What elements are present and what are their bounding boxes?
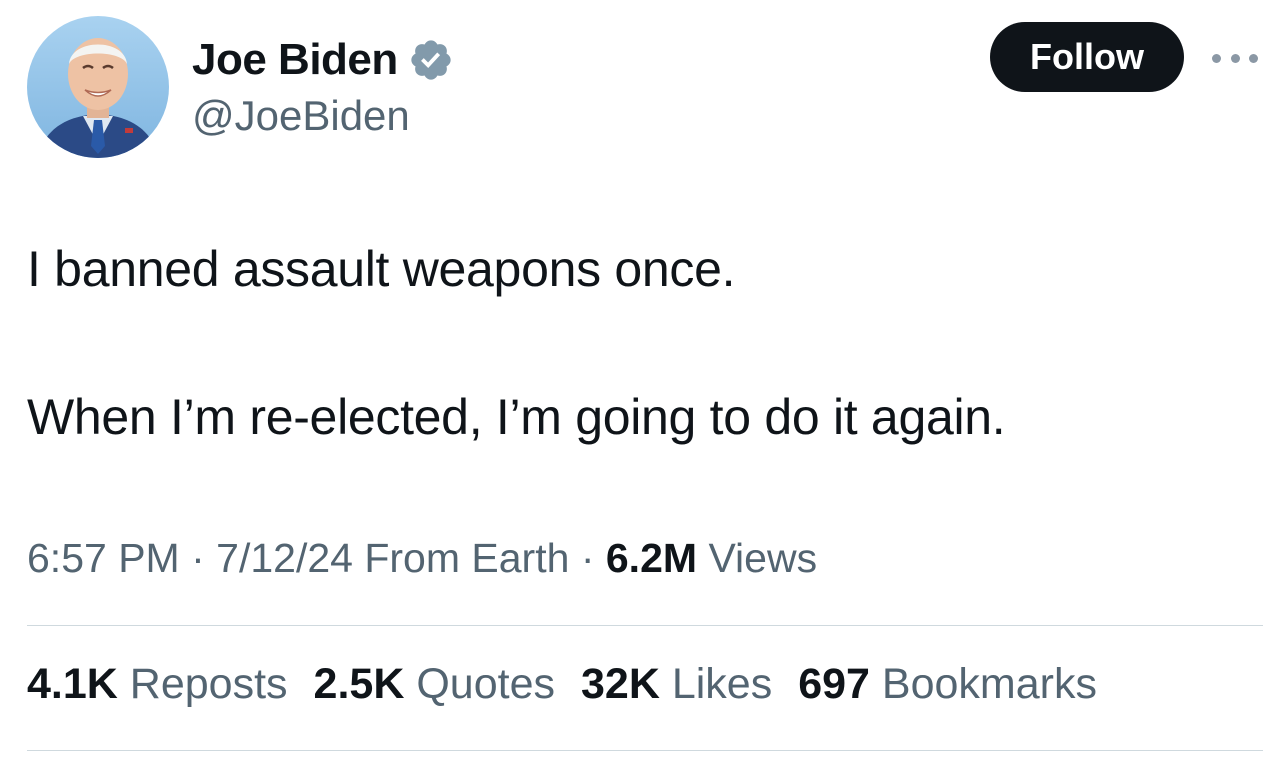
quotes-label: Quotes <box>416 660 555 708</box>
more-dot <box>1249 53 1258 63</box>
tweet-text-line-1: I banned assault weapons once. <box>27 241 736 297</box>
bookmarks-label: Bookmarks <box>881 660 1097 708</box>
quotes-stat[interactable]: 2.5K Quotes <box>314 660 555 709</box>
author-name-row[interactable]: Joe Biden <box>192 30 454 90</box>
bookmarks-count: 697 <box>798 660 870 708</box>
tweet-date-source[interactable]: 7/12/24 From Earth <box>216 535 569 581</box>
engagement-stats: 4.1K Reposts 2.5K Quotes 32K Likes 697 B… <box>27 660 1097 709</box>
divider <box>27 750 1263 751</box>
views-count: 6.2M <box>605 535 698 581</box>
meta-separator: · <box>191 535 205 581</box>
reposts-count: 4.1K <box>27 660 118 708</box>
meta-separator: · <box>580 535 595 581</box>
quotes-count: 2.5K <box>313 660 405 708</box>
verified-badge-icon[interactable] <box>408 37 454 83</box>
more-dot <box>1230 53 1240 63</box>
reposts-stat[interactable]: 4.1K Reposts <box>27 660 288 709</box>
tweet-time[interactable]: 6:57 PM <box>27 535 180 581</box>
profile-photo <box>27 16 169 158</box>
tweet-meta: 6:57 PM · 7/12/24 From Earth · 6.2M View… <box>27 535 817 582</box>
tweet-text-line-2: When I’m re-elected, I’m going to do it … <box>27 389 1006 445</box>
likes-count: 32K <box>580 660 660 708</box>
reposts-label: Reposts <box>129 660 288 708</box>
likes-label: Likes <box>671 660 773 708</box>
avatar[interactable] <box>27 16 169 158</box>
more-dot <box>1212 53 1221 63</box>
views-label: Views <box>708 535 818 581</box>
follow-button[interactable]: Follow <box>990 22 1184 92</box>
author-display-name[interactable]: Joe Biden <box>192 35 398 85</box>
more-options-icon[interactable] <box>1212 50 1258 66</box>
bookmarks-stat[interactable]: 697 Bookmarks <box>798 660 1097 709</box>
divider <box>27 625 1263 626</box>
likes-stat[interactable]: 32K Likes <box>581 660 772 709</box>
author-handle[interactable]: @JoeBiden <box>192 92 410 140</box>
